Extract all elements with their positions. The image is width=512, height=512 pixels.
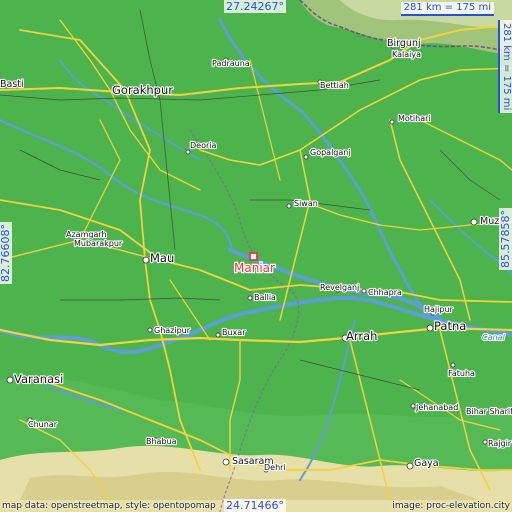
city-label-motihari[interactable]: Motihari xyxy=(397,113,432,124)
city-label-chhapra[interactable]: Chhapra xyxy=(367,287,403,298)
city-label-hajipur[interactable]: Hajipur xyxy=(423,304,455,315)
city-label-kalaiya[interactable]: Kalaiya xyxy=(391,49,422,60)
city-label-dehri[interactable]: Dehri xyxy=(263,462,287,473)
city-label-ghazipur[interactable]: Ghazipur xyxy=(153,325,192,336)
city-label-jehanabad[interactable]: Jehanabad xyxy=(414,402,459,413)
city-label-patna[interactable]: Patna xyxy=(433,318,468,334)
city-label-arrah[interactable]: Arrah xyxy=(345,328,379,344)
image-credit: image: proc-elevation.city xyxy=(392,501,510,511)
city-label-azamgarh[interactable]: Azamgarh xyxy=(65,229,108,240)
city-label-ballia[interactable]: Ballia xyxy=(253,292,277,303)
city-label-mau[interactable]: Mau xyxy=(149,250,175,266)
city-label-padrauna[interactable]: Padrauna xyxy=(211,58,251,69)
city-label-gaya[interactable]: Gaya xyxy=(413,457,440,470)
city-label-bihar-sharif[interactable]: Bihar Sharif xyxy=(465,406,512,417)
city-label-fatuha[interactable]: Fatuha xyxy=(447,368,476,379)
longitude-right-label: 85.57858° xyxy=(499,208,512,270)
city-label-buxar[interactable]: Buxar xyxy=(221,327,247,338)
city-label-revelganj[interactable]: Revelganj xyxy=(319,282,360,293)
city-label-varanasi[interactable]: Varanasi xyxy=(13,371,65,387)
city-label-deoria[interactable]: Deoria xyxy=(189,140,218,151)
vertical-scale-bar: 281 km = 175 mi xyxy=(498,20,512,114)
city-label-siwan[interactable]: Siwan xyxy=(293,198,319,209)
city-label-bhabua[interactable]: Bhabua xyxy=(145,436,178,447)
city-label-chunar[interactable]: Chunar xyxy=(27,419,59,430)
longitude-left-label: 82.76608° xyxy=(0,222,12,284)
highlight-marker[interactable] xyxy=(249,252,258,261)
horizontal-scale-bar: 281 km = 175 mi xyxy=(400,2,494,16)
water-label-canal: Canal xyxy=(482,333,505,342)
city-label-bettiah[interactable]: Bettiah xyxy=(319,80,350,91)
city-label-gopalganj[interactable]: Gopalganj xyxy=(309,147,352,158)
city-label-birgunj[interactable]: Birgunj xyxy=(386,37,422,50)
latitude-top-label: 27.24267° xyxy=(224,0,286,13)
city-label-mubarakpur[interactable]: Mubarakpur xyxy=(73,238,124,249)
map-data-credit: map data: openstreetmap, style: opentopo… xyxy=(2,501,216,511)
city-label-maniar[interactable]: Maniar xyxy=(233,260,276,276)
attribution-bar: map data: openstreetmap, style: opentopo… xyxy=(0,499,512,512)
city-label-gorakhpur[interactable]: Gorakhpur xyxy=(111,82,174,98)
map-canvas[interactable]: Basti Gorakhpur Padrauna Bettiah Birgunj… xyxy=(0,0,512,512)
city-label-rajgir[interactable]: Rajgir xyxy=(487,438,512,449)
city-label-basti[interactable]: Basti xyxy=(0,78,25,91)
